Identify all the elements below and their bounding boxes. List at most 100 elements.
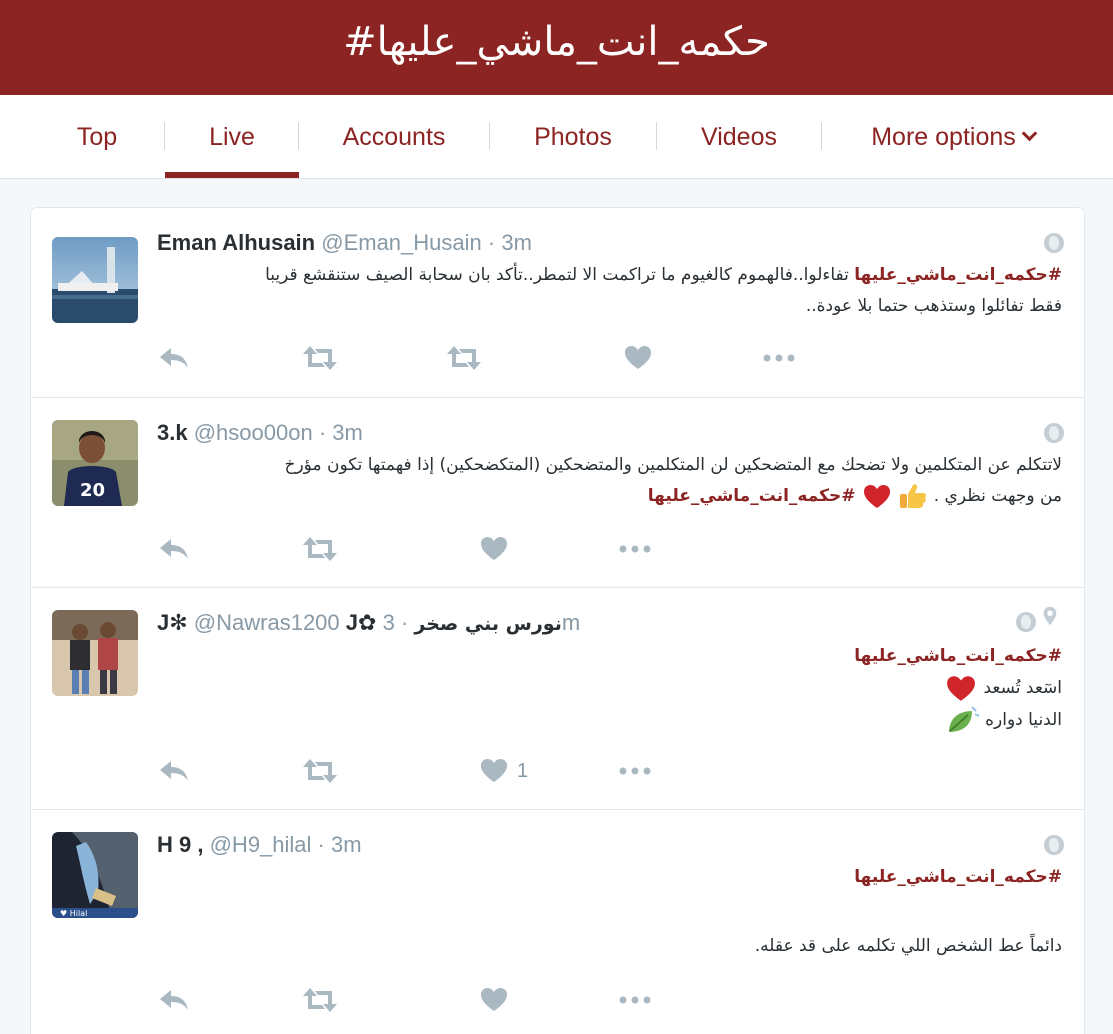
reply-icon[interactable] bbox=[157, 985, 191, 1015]
tweet-text: دائماً عط الشخص اللي تكلمه على قد عقله. bbox=[157, 931, 1062, 962]
tweet-actions: 1 bbox=[157, 756, 657, 786]
tab-photos[interactable]: Photos bbox=[522, 95, 624, 179]
tweet-header: Eman Alhusain @Eman_Husain · 3m bbox=[157, 230, 1084, 256]
separator-dot: · bbox=[400, 610, 409, 635]
tweet-text: #حكمه_انت_ماشي_عليها bbox=[157, 862, 1062, 893]
tweet-line: اسٓعد تُسعد bbox=[157, 672, 1062, 704]
more-icon[interactable] bbox=[761, 343, 797, 373]
globe-icon bbox=[1044, 423, 1064, 443]
avatar-image bbox=[52, 610, 138, 696]
tweet[interactable]: 20 3.k @hsoo00on · 3m لاتتكلم عن المتكلم… bbox=[31, 398, 1084, 588]
tweet[interactable]: ♥ Hilal H 9 , @H9_hilal · 3m #حكمه_انت_م… bbox=[31, 810, 1084, 1034]
user-handle[interactable]: @Nawras1200 bbox=[194, 610, 340, 635]
tab-accounts[interactable]: Accounts bbox=[330, 95, 458, 179]
tweet[interactable]: Eman Alhusain @Eman_Husain · 3m #حكمه_ان… bbox=[31, 208, 1084, 398]
heart-emoji bbox=[863, 485, 890, 508]
retweet-icon[interactable] bbox=[301, 756, 339, 786]
name-decoration: J✻ bbox=[157, 610, 188, 635]
hashtag-link[interactable]: #حكمه_انت_ماشي_عليها bbox=[854, 867, 1062, 887]
page-header: #حكمه_انت_ماشي_عليها bbox=[0, 0, 1113, 95]
separator-dot: · bbox=[317, 832, 325, 857]
tab-divider bbox=[656, 122, 657, 150]
user-handle[interactable]: @Eman_Husain bbox=[321, 230, 482, 255]
tweet-line: لاتتكلم عن المتكلمين ولا تضحك مع المتضحك… bbox=[284, 455, 1062, 475]
tab-more-options-label: More options bbox=[871, 123, 1016, 151]
retweet-icon[interactable] bbox=[301, 534, 339, 564]
user-name[interactable]: 3.k bbox=[157, 420, 188, 445]
tweet[interactable]: J✻ @Nawras1200 J✿ نورس بني صخر · 3m #حكم… bbox=[31, 588, 1084, 810]
retweet-icon[interactable] bbox=[301, 343, 339, 373]
avatar[interactable] bbox=[52, 610, 138, 696]
tweet-line: دائماً عط الشخص اللي تكلمه على قد عقله. bbox=[754, 936, 1062, 956]
like-count: 1 bbox=[517, 760, 529, 782]
user-name[interactable]: نورس بني صخر bbox=[414, 613, 561, 635]
avatar[interactable] bbox=[52, 237, 138, 323]
tweet-text-part: الدنيا دواره bbox=[985, 710, 1062, 730]
user-handle[interactable]: @H9_hilal bbox=[210, 832, 312, 857]
tab-top[interactable]: Top bbox=[66, 95, 128, 179]
timestamp[interactable]: 3m bbox=[331, 832, 362, 857]
like-icon[interactable] bbox=[479, 985, 509, 1015]
tweet-line: من وجهت نظري . #حكمه_انت_ماشي_عليها bbox=[157, 481, 1062, 512]
tweet-text-part: تفاءلوا..فالهموم كالغيوم ما تراكمت الا ل… bbox=[265, 265, 849, 285]
tweet-line: #حكمه_انت_ماشي_عليها bbox=[157, 640, 1062, 672]
tweet-line: #حكمه_انت_ماشي_عليها bbox=[157, 862, 1062, 893]
like-icon[interactable] bbox=[479, 534, 509, 564]
tweet-text-part: اسٓعد تُسعد bbox=[983, 678, 1062, 698]
timestamp[interactable]: 3m bbox=[501, 230, 532, 255]
hashtag-title: #حكمه_انت_ماشي_عليها bbox=[343, 19, 770, 65]
timestamp[interactable]: 3m bbox=[332, 420, 363, 445]
avatar[interactable]: 20 bbox=[52, 420, 138, 506]
like-icon bbox=[481, 759, 507, 782]
tab-more-options[interactable]: More options bbox=[858, 95, 1048, 179]
hashtag-link[interactable]: #حكمه_انت_ماشي_عليها bbox=[854, 265, 1062, 285]
retweet-icon[interactable] bbox=[301, 985, 339, 1015]
svg-text:20: 20 bbox=[80, 480, 105, 501]
separator-dot: · bbox=[318, 420, 327, 445]
more-icon[interactable] bbox=[617, 756, 653, 786]
thumbs-up-emoji bbox=[900, 484, 927, 508]
tweet-actions bbox=[157, 534, 657, 564]
avatar-image: 20 bbox=[52, 420, 138, 506]
globe-icon bbox=[1044, 233, 1064, 253]
tweet-line: #حكمه_انت_ماشي_عليها تفاءلوا..فالهموم كا… bbox=[157, 260, 1062, 291]
tweet-actions bbox=[157, 985, 657, 1015]
more-icon[interactable] bbox=[617, 534, 653, 564]
like-action[interactable]: 1 bbox=[479, 756, 539, 786]
separator-dot: · bbox=[487, 230, 496, 255]
user-handle[interactable]: @hsoo00on bbox=[194, 420, 313, 445]
reply-icon[interactable] bbox=[157, 534, 191, 564]
tweet-header: H 9 , @H9_hilal · 3m bbox=[157, 832, 1084, 858]
avatar-image bbox=[52, 237, 138, 323]
tab-divider bbox=[489, 122, 490, 150]
like-icon[interactable] bbox=[623, 343, 653, 373]
user-name[interactable]: Eman Alhusain bbox=[157, 230, 315, 255]
hashtag-link[interactable]: #حكمه_انت_ماشي_عليها bbox=[648, 486, 856, 506]
heart-emoji bbox=[947, 676, 975, 701]
leaf-emoji bbox=[948, 706, 980, 732]
tweet-text: #حكمه_انت_ماشي_عليها اسٓعد تُسعد الدنيا … bbox=[157, 640, 1062, 736]
user-name[interactable]: H 9 , bbox=[157, 832, 203, 857]
tab-divider bbox=[821, 122, 822, 150]
avatar-image: ♥ Hilal bbox=[52, 832, 138, 918]
globe-icon bbox=[1044, 835, 1064, 855]
tab-live[interactable]: Live bbox=[165, 95, 299, 178]
tweet-text: #حكمه_انت_ماشي_عليها تفاءلوا..فالهموم كا… bbox=[157, 260, 1062, 322]
tab-divider bbox=[298, 122, 299, 150]
chevron-down-icon bbox=[1021, 125, 1038, 142]
tweet-header: J✻ @Nawras1200 J✿ نورس بني صخر · 3m bbox=[157, 610, 1084, 636]
retweet-icon[interactable] bbox=[445, 343, 483, 373]
tweet-line: الدنيا دواره bbox=[157, 704, 1062, 736]
globe-icon bbox=[1016, 612, 1036, 632]
avatar[interactable]: ♥ Hilal bbox=[52, 832, 138, 918]
tab-videos[interactable]: Videos bbox=[690, 95, 788, 179]
reply-icon[interactable] bbox=[157, 756, 191, 786]
tweet-actions bbox=[157, 343, 795, 373]
tweet-stream: Eman Alhusain @Eman_Husain · 3m #حكمه_ان… bbox=[30, 207, 1085, 1034]
tweet-line: فقط تفائلوا وستذهب حتما بلا عودة.. bbox=[805, 296, 1062, 316]
hashtag-link[interactable]: #حكمه_انت_ماشي_عليها bbox=[854, 646, 1062, 666]
more-icon[interactable] bbox=[617, 985, 653, 1015]
reply-icon[interactable] bbox=[157, 343, 191, 373]
tweet-text: لاتتكلم عن المتكلمين ولا تضحك مع المتضحك… bbox=[157, 450, 1062, 512]
location-icon bbox=[1043, 606, 1057, 626]
